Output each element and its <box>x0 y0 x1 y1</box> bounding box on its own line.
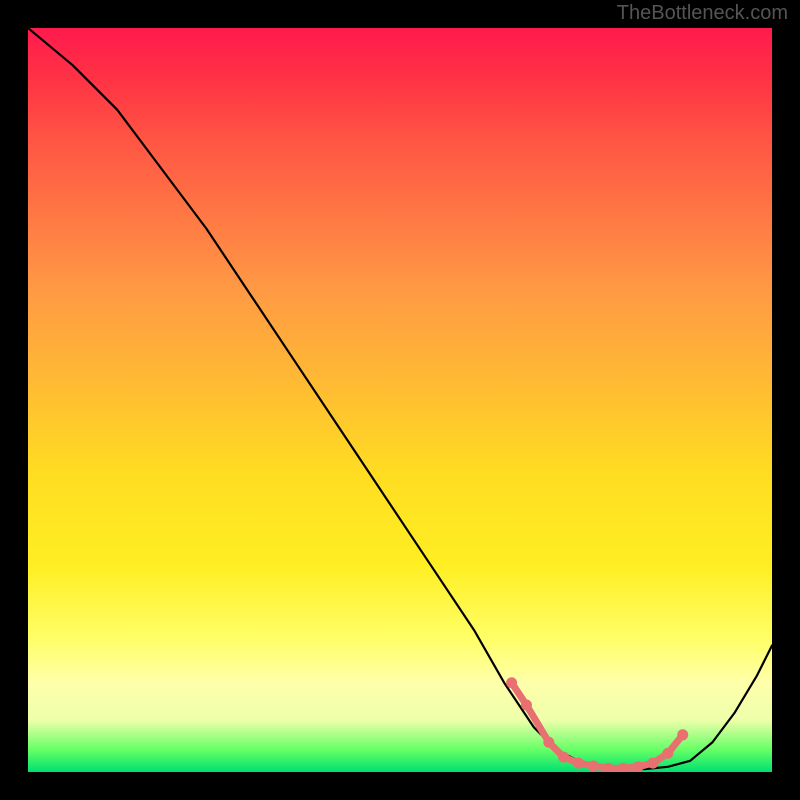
marker-dot <box>558 752 569 763</box>
marker-dot <box>662 748 673 759</box>
bottleneck-curve-line <box>28 28 772 769</box>
marker-dot <box>633 761 644 772</box>
marker-dot <box>506 677 517 688</box>
marker-dot <box>588 761 599 772</box>
marker-dot <box>603 763 614 772</box>
marker-dot <box>618 763 629 772</box>
marker-dot <box>677 729 688 740</box>
marker-dot <box>521 700 532 711</box>
chart-svg <box>28 28 772 772</box>
chart-plot-area <box>28 28 772 772</box>
marker-dot <box>647 758 658 769</box>
marker-connector <box>512 683 683 769</box>
watermark-text: TheBottleneck.com <box>617 2 788 25</box>
flat-region-markers <box>506 677 688 772</box>
marker-dot <box>573 758 584 769</box>
marker-dot <box>543 737 554 748</box>
